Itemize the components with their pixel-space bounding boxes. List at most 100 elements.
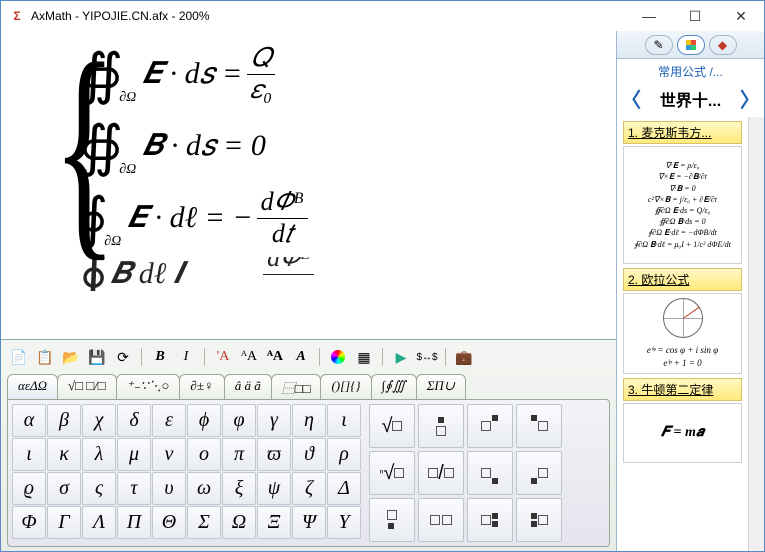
equation-line-1[interactable]: ∯ ∂Ω 𝑬 · d𝑠 = 𝑄 𝜀₀ xyxy=(79,41,606,107)
nav-next-button[interactable]: 〉 xyxy=(738,84,762,113)
side-tab-draw-icon[interactable]: ✎ xyxy=(645,35,673,55)
open-button[interactable]: 📂 xyxy=(59,346,83,368)
tool-panel: 📄 📋 📂 💾 ⟳ B I 'A ᴬA ᴬA A ▦ xyxy=(1,339,616,551)
greek-δ[interactable]: δ xyxy=(117,404,151,437)
side-tab-tag-icon[interactable]: ◆ xyxy=(709,35,737,55)
greek-α[interactable]: α xyxy=(12,404,46,437)
tpl-frac-stack[interactable] xyxy=(418,404,464,448)
symbol-tab-2[interactable]: ⁺₋∵⋱○ xyxy=(116,374,181,399)
side-scrollbar[interactable] xyxy=(748,117,764,551)
greek-ς[interactable]: ς xyxy=(82,472,116,505)
greek-ο[interactable]: ο xyxy=(187,438,221,471)
maximize-button[interactable]: ☐ xyxy=(672,1,718,31)
greek-Σ[interactable]: Σ xyxy=(187,506,221,539)
italic-button[interactable]: I xyxy=(174,346,198,368)
font-a1-button[interactable]: 'A xyxy=(211,346,235,368)
side-breadcrumb[interactable]: 常用公式 /... xyxy=(617,59,764,84)
tpl-supsub[interactable] xyxy=(467,498,513,542)
equation-editor[interactable]: { ∯ ∂Ω 𝑬 · d𝑠 = 𝑄 𝜀₀ ∯ ∂Ω 𝑩 · d𝑠 = 0 xyxy=(1,31,616,339)
greek-ϕ[interactable]: ϕ xyxy=(187,404,221,437)
greek-Ω[interactable]: Ω xyxy=(222,506,256,539)
greek-φ[interactable]: φ xyxy=(222,404,256,437)
greek-ι[interactable]: ι xyxy=(12,438,46,471)
greek-ν[interactable]: ν xyxy=(152,438,186,471)
greek-Φ[interactable]: Φ xyxy=(12,506,46,539)
side-item-preview-1[interactable]: eⁱᵠ = cos φ + i sin φeⁱᵖ + 1 = 0 xyxy=(623,293,742,374)
side-item-preview-2[interactable]: 𝑭 = m𝒂 xyxy=(623,403,742,463)
briefcase-button[interactable]: 💼 xyxy=(452,346,476,368)
equation-line-2[interactable]: ∯ ∂Ω 𝑩 · d𝑠 = 0 xyxy=(79,113,606,179)
tpl-sqrt[interactable]: √ xyxy=(369,404,415,448)
font-a2-button[interactable]: ᴬA xyxy=(237,346,261,368)
greek-χ[interactable]: χ xyxy=(82,404,116,437)
new-doc-button[interactable]: 📄 xyxy=(7,346,31,368)
symbol-tab-5[interactable]: ⿱□□ xyxy=(271,374,322,399)
greek-ρ[interactable]: ρ xyxy=(327,438,361,471)
tpl-sub[interactable] xyxy=(467,451,513,495)
symbol-tab-7[interactable]: ∫∮∭ xyxy=(371,374,417,399)
symbol-tab-4[interactable]: â ä ã xyxy=(224,374,272,399)
greek-μ[interactable]: μ xyxy=(117,438,151,471)
greek-Δ[interactable]: Δ xyxy=(327,472,361,505)
greek-Π[interactable]: Π xyxy=(117,506,151,539)
greek-σ[interactable]: σ xyxy=(47,472,81,505)
tpl-division[interactable]: / xyxy=(418,451,464,495)
greek-Λ[interactable]: Λ xyxy=(82,506,116,539)
toggle-latex-button[interactable]: $↔$ xyxy=(415,346,439,368)
greek-ϑ[interactable]: ϑ xyxy=(292,438,326,471)
symbol-tab-1[interactable]: √□ □/□ xyxy=(57,374,117,399)
minimize-button[interactable]: — xyxy=(626,1,672,31)
greek-λ[interactable]: λ xyxy=(82,438,116,471)
greek-ι[interactable]: ι xyxy=(327,404,361,437)
side-item-header-0[interactable]: 1. 麦克斯韦方... xyxy=(623,121,742,144)
greek-ϱ[interactable]: ϱ xyxy=(12,472,46,505)
side-item-preview-0[interactable]: ∇·𝐄 = ρ/ε₀∇×𝐄 = −∂𝐁/∂t∇·𝐁 = 0c²∇×𝐁 = j/ε… xyxy=(623,146,742,264)
greek-Ψ[interactable]: Ψ xyxy=(292,506,326,539)
tpl-stack2[interactable] xyxy=(369,498,415,542)
side-item-header-1[interactable]: 2. 欧拉公式 xyxy=(623,268,742,291)
font-a4-button[interactable]: A xyxy=(289,346,313,368)
greek-γ[interactable]: γ xyxy=(257,404,291,437)
greek-Θ[interactable]: Θ xyxy=(152,506,186,539)
tpl-presupsub[interactable] xyxy=(516,498,562,542)
side-item-header-2[interactable]: 3. 牛顿第二定律 xyxy=(623,378,742,401)
greek-η[interactable]: η xyxy=(292,404,326,437)
save-button[interactable]: 💾 xyxy=(85,346,109,368)
side-tab-grid-icon[interactable] xyxy=(677,35,705,55)
refresh-button[interactable]: ⟳ xyxy=(111,346,135,368)
greek-ε[interactable]: ε xyxy=(152,404,186,437)
equation-line-4[interactable]: ∮ 𝑩 dℓ 𝑰 d𝛷ᴱ xyxy=(79,257,606,291)
close-button[interactable]: ✕ xyxy=(718,1,764,31)
font-a3-button[interactable]: ᴬA xyxy=(263,346,287,368)
greek-Υ[interactable]: Υ xyxy=(327,506,361,539)
run-button[interactable]: ▶ xyxy=(389,346,413,368)
symbol-tab-0[interactable]: αεΔΩ xyxy=(7,374,58,399)
greek-π[interactable]: π xyxy=(222,438,256,471)
greek-Ξ[interactable]: Ξ xyxy=(257,506,291,539)
symbol-tab-3[interactable]: ∂±♀ xyxy=(179,374,224,399)
symbol-tab-8[interactable]: ΣΠ∪ xyxy=(416,374,466,399)
bold-button[interactable]: B xyxy=(148,346,172,368)
tpl-presup[interactable] xyxy=(516,404,562,448)
nav-prev-button[interactable]: 〈 xyxy=(619,84,643,113)
greek-κ[interactable]: κ xyxy=(47,438,81,471)
tpl-presub[interactable] xyxy=(516,451,562,495)
tpl-sup[interactable] xyxy=(467,404,513,448)
greek-ψ[interactable]: ψ xyxy=(257,472,291,505)
greek-τ[interactable]: τ xyxy=(117,472,151,505)
tpl-nthroot[interactable]: ⁿ√ xyxy=(369,451,415,495)
titlebar[interactable]: Σ AxMath - YIPOJIE.CN.afx - 200% — ☐ ✕ xyxy=(1,1,764,31)
copy-button[interactable]: 📋 xyxy=(33,346,57,368)
greek-ω[interactable]: ω xyxy=(187,472,221,505)
tpl-box2[interactable] xyxy=(418,498,464,542)
color-picker-button[interactable] xyxy=(326,346,350,368)
greek-Γ[interactable]: Γ xyxy=(47,506,81,539)
greek-υ[interactable]: υ xyxy=(152,472,186,505)
greek-ζ[interactable]: ζ xyxy=(292,472,326,505)
palette-button[interactable]: ▦ xyxy=(352,346,376,368)
equation-line-3[interactable]: ∮ ∂Ω 𝑬 · dℓ = − d𝛷ᴮ d𝑡 xyxy=(79,185,606,251)
greek-β[interactable]: β xyxy=(47,404,81,437)
symbol-tab-6[interactable]: ()[]{} xyxy=(320,374,371,399)
greek-ϖ[interactable]: ϖ xyxy=(257,438,291,471)
greek-ξ[interactable]: ξ xyxy=(222,472,256,505)
